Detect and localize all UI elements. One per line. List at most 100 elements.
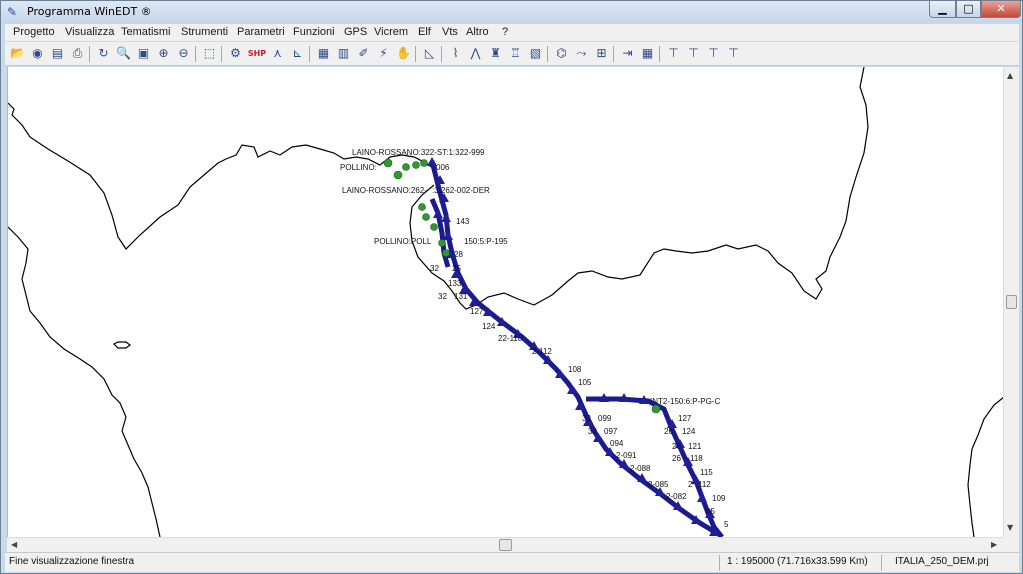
pylon-c-icon[interactable]: ⊤ <box>705 45 722 62</box>
title-bar[interactable]: ✎ Programma WinEDT ® ▁ □ ✕ <box>1 1 1022 23</box>
menu-strumenti[interactable]: Strumenti <box>181 26 228 38</box>
map-canvas[interactable]: LAINO-ROSSANO:322-ST:1:322-999 POLLINO: … <box>7 67 1003 537</box>
tower-layer <box>427 157 719 536</box>
scroll-left-icon[interactable]: ◀ <box>11 540 17 549</box>
zoom-out-icon[interactable]: ⊖ <box>175 45 192 62</box>
map-label: 2-082 <box>666 492 687 501</box>
map-label: INT2-150:6:P-PG-C <box>650 397 720 406</box>
brush-icon[interactable]: ✐ <box>355 45 372 62</box>
scroll-right-icon[interactable]: ▶ <box>991 540 997 549</box>
report-icon[interactable]: ▧ <box>527 45 544 62</box>
node-marker <box>430 223 438 231</box>
node-marker <box>402 163 410 171</box>
route-icon[interactable]: ⤳ <box>573 45 590 62</box>
map-label: 124 <box>682 427 696 436</box>
status-bar: Fine visualizzazione finestra 1 : 195000… <box>5 552 1019 572</box>
select-area-icon[interactable]: ⬚ <box>201 45 218 62</box>
page-icon[interactable]: ▣ <box>135 45 152 62</box>
measure-icon[interactable]: ⊾ <box>289 45 306 62</box>
grid-tool-icon[interactable]: ⊞ <box>593 45 610 62</box>
toolbar-separator <box>613 46 614 62</box>
export-icon[interactable]: ⇥ <box>619 45 636 62</box>
map-label: :3:262-002-DER <box>432 186 490 195</box>
angle-icon[interactable]: ◺ <box>421 45 438 62</box>
node-marker <box>438 239 446 247</box>
label-layer: LAINO-ROSSANO:322-ST:1:322-999 POLLINO: … <box>340 148 729 529</box>
pylon-b-icon[interactable]: ⊤ <box>685 45 702 62</box>
horizontal-scroll-thumb[interactable] <box>499 539 512 551</box>
node-marker <box>442 249 450 257</box>
print-icon[interactable]: ⎙ <box>69 45 86 62</box>
toolbar-separator <box>309 46 310 62</box>
node-marker <box>412 161 420 169</box>
network-icon[interactable]: ⌬ <box>553 45 570 62</box>
pylon-d-icon[interactable]: ⊤ <box>725 45 742 62</box>
menu-parametri[interactable]: Parametri <box>237 26 285 38</box>
menu-vicrem[interactable]: Vicrem <box>374 26 408 38</box>
menu-vts[interactable]: Vts <box>442 26 458 38</box>
gear-icon[interactable]: ⚙ <box>227 45 244 62</box>
maximize-button[interactable]: □ <box>956 1 981 18</box>
status-scale: 1 : 195000 (71.716x33.599 Km) <box>727 556 868 567</box>
map-svg[interactable]: LAINO-ROSSANO:322-ST:1:322-999 POLLINO: … <box>8 67 1003 537</box>
map-label: 28 <box>454 250 463 259</box>
map-label: 133 <box>448 279 462 288</box>
scroll-down-icon[interactable]: ▼ <box>1007 523 1013 532</box>
map-label: 26 <box>664 427 673 436</box>
menu-altro[interactable]: Altro <box>466 26 489 38</box>
menu-funzioni[interactable]: Funzioni <box>293 26 335 38</box>
shp-icon[interactable]: SHP <box>247 45 267 62</box>
node-marker <box>420 159 428 167</box>
map-label: 2-088 <box>630 464 651 473</box>
properties-icon[interactable]: ▥ <box>335 45 352 62</box>
table-icon[interactable]: ▦ <box>639 45 656 62</box>
map-label: 25 <box>452 264 461 273</box>
horizontal-scrollbar[interactable]: ◀ ▶ <box>7 537 1003 552</box>
minimize-button[interactable]: ▁ <box>929 1 956 18</box>
close-button[interactable]: ✕ <box>981 1 1021 18</box>
toolbar: 📂 ◉ ▤ ⎙ ↻ 🔍 ▣ ⊕ ⊖ ⬚ ⚙ SHP ⋏ ⊾ ▦ ▥ ✐ ⚡ ✋ … <box>5 42 1019 66</box>
coastline-layer <box>8 67 1003 537</box>
map-label: POLLINO:POLL <box>374 237 432 246</box>
map-label: 109 <box>712 494 726 503</box>
pan-hand-icon[interactable]: ✋ <box>395 45 412 62</box>
map-label: 105 <box>578 378 592 387</box>
toolbar-separator <box>89 46 90 62</box>
scrollbar-corner <box>1003 537 1019 552</box>
menu-tematismi[interactable]: Tematismi <box>121 26 171 38</box>
map-label: 22-118 <box>498 334 523 343</box>
map-label: LAINO-ROSSANO:262- <box>342 186 427 195</box>
profile-icon[interactable]: ⋀ <box>467 45 484 62</box>
map-label: 32 <box>438 292 447 301</box>
layers-icon[interactable]: ▤ <box>49 45 66 62</box>
menu-help[interactable]: ? <box>502 26 508 38</box>
menu-elf[interactable]: Elf <box>418 26 431 38</box>
zoom-in-icon[interactable]: ⊕ <box>155 45 172 62</box>
vertical-scroll-thumb[interactable] <box>1006 295 1017 309</box>
map-label: 094 <box>610 439 624 448</box>
toolbar-separator <box>659 46 660 62</box>
lightning-icon[interactable]: ⚡ <box>375 45 392 62</box>
map-label: 26 <box>672 454 681 463</box>
map-label: 099 <box>598 414 612 423</box>
vertical-scrollbar[interactable]: ▲ ▼ <box>1003 67 1019 537</box>
print-preview-icon[interactable]: 🔍 <box>115 45 132 62</box>
menu-visualizza[interactable]: Visualizza <box>65 26 114 38</box>
tower-add-icon[interactable]: ♖ <box>507 45 524 62</box>
pylon-a-icon[interactable]: ⊤ <box>665 45 682 62</box>
tower-icon[interactable]: ♜ <box>487 45 504 62</box>
map-label: 2-085 <box>648 480 669 489</box>
map-label: 26 <box>672 442 681 451</box>
clipboard-icon[interactable]: ▦ <box>315 45 332 62</box>
refresh-icon[interactable]: ↻ <box>95 45 112 62</box>
node-marker <box>651 404 661 414</box>
open-folder-icon[interactable]: 📂 <box>9 45 26 62</box>
menu-progetto[interactable]: Progetto <box>13 26 55 38</box>
chart-icon[interactable]: ⌇ <box>447 45 464 62</box>
node-tool-icon[interactable]: ⋏ <box>269 45 286 62</box>
map-label: 2-112 <box>532 347 552 356</box>
scroll-up-icon[interactable]: ▲ <box>1007 71 1013 80</box>
open-project-icon[interactable]: ◉ <box>29 45 46 62</box>
menu-gps[interactable]: GPS <box>344 26 367 38</box>
map-label: 127 <box>678 414 692 423</box>
